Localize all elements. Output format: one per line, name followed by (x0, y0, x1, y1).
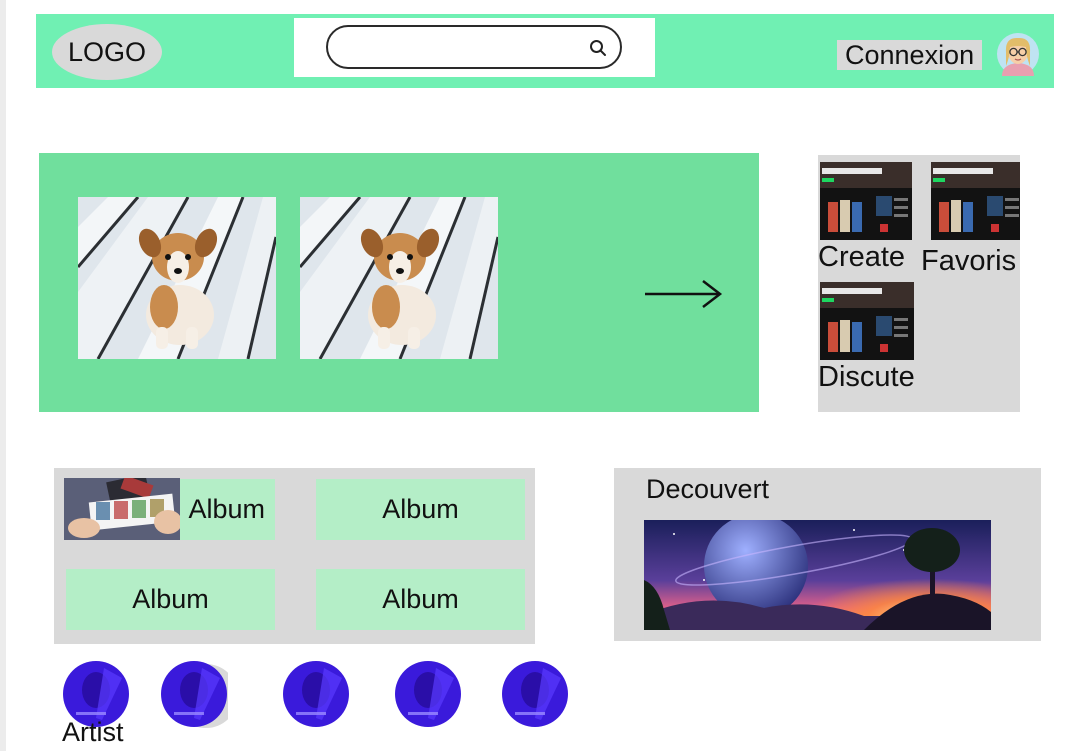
top-header: LOGO Connexion (36, 14, 1054, 88)
artist-avatar[interactable] (160, 660, 228, 728)
search-bar[interactable] (326, 25, 622, 69)
albums-panel: Album Album Album Album (54, 468, 535, 644)
shortcut-favoris-label[interactable]: Favoris (921, 245, 1016, 278)
shortcut-panel: Create Favoris Discute (818, 155, 1020, 412)
user-avatar-icon[interactable] (996, 32, 1040, 76)
logo-text: LOGO (67, 36, 147, 67)
shortcut-favoris-thumbnail[interactable] (931, 162, 1020, 240)
shortcut-discute-label[interactable]: Discute (818, 361, 915, 394)
album-label: Album (382, 494, 459, 524)
album-label: Album (132, 584, 209, 614)
shortcut-create-label[interactable]: Create (818, 241, 905, 274)
album-card[interactable]: Album (316, 569, 525, 630)
search-input[interactable] (342, 33, 582, 61)
carousel-image-puppy[interactable] (300, 197, 498, 359)
album-label: Album (188, 494, 265, 524)
artist-avatar[interactable] (501, 660, 569, 728)
album-card[interactable]: Album (316, 479, 525, 540)
shortcut-create-thumbnail[interactable] (820, 162, 912, 240)
left-edge-rule (0, 0, 6, 751)
discover-title: Decouvert (646, 474, 770, 504)
album-label: Album (382, 584, 459, 614)
album-card[interactable]: Album (66, 569, 275, 630)
discover-banner-image[interactable] (644, 520, 991, 630)
artist-label[interactable]: Artist (62, 717, 124, 748)
search-icon[interactable] (588, 38, 608, 58)
album-cover-image[interactable] (64, 478, 180, 540)
arrow-right-icon[interactable] (643, 277, 723, 311)
carousel-image-puppy[interactable] (78, 197, 276, 359)
search-container (294, 18, 655, 77)
artist-avatar[interactable] (394, 660, 462, 728)
discover-panel: Decouvert (614, 468, 1041, 641)
logo[interactable]: LOGO (52, 24, 162, 80)
artist-avatar[interactable] (282, 660, 350, 728)
login-label: Connexion (845, 40, 975, 70)
login-button[interactable]: Connexion (837, 40, 983, 70)
hero-carousel (39, 153, 759, 412)
shortcut-discute-thumbnail[interactable] (820, 282, 914, 360)
